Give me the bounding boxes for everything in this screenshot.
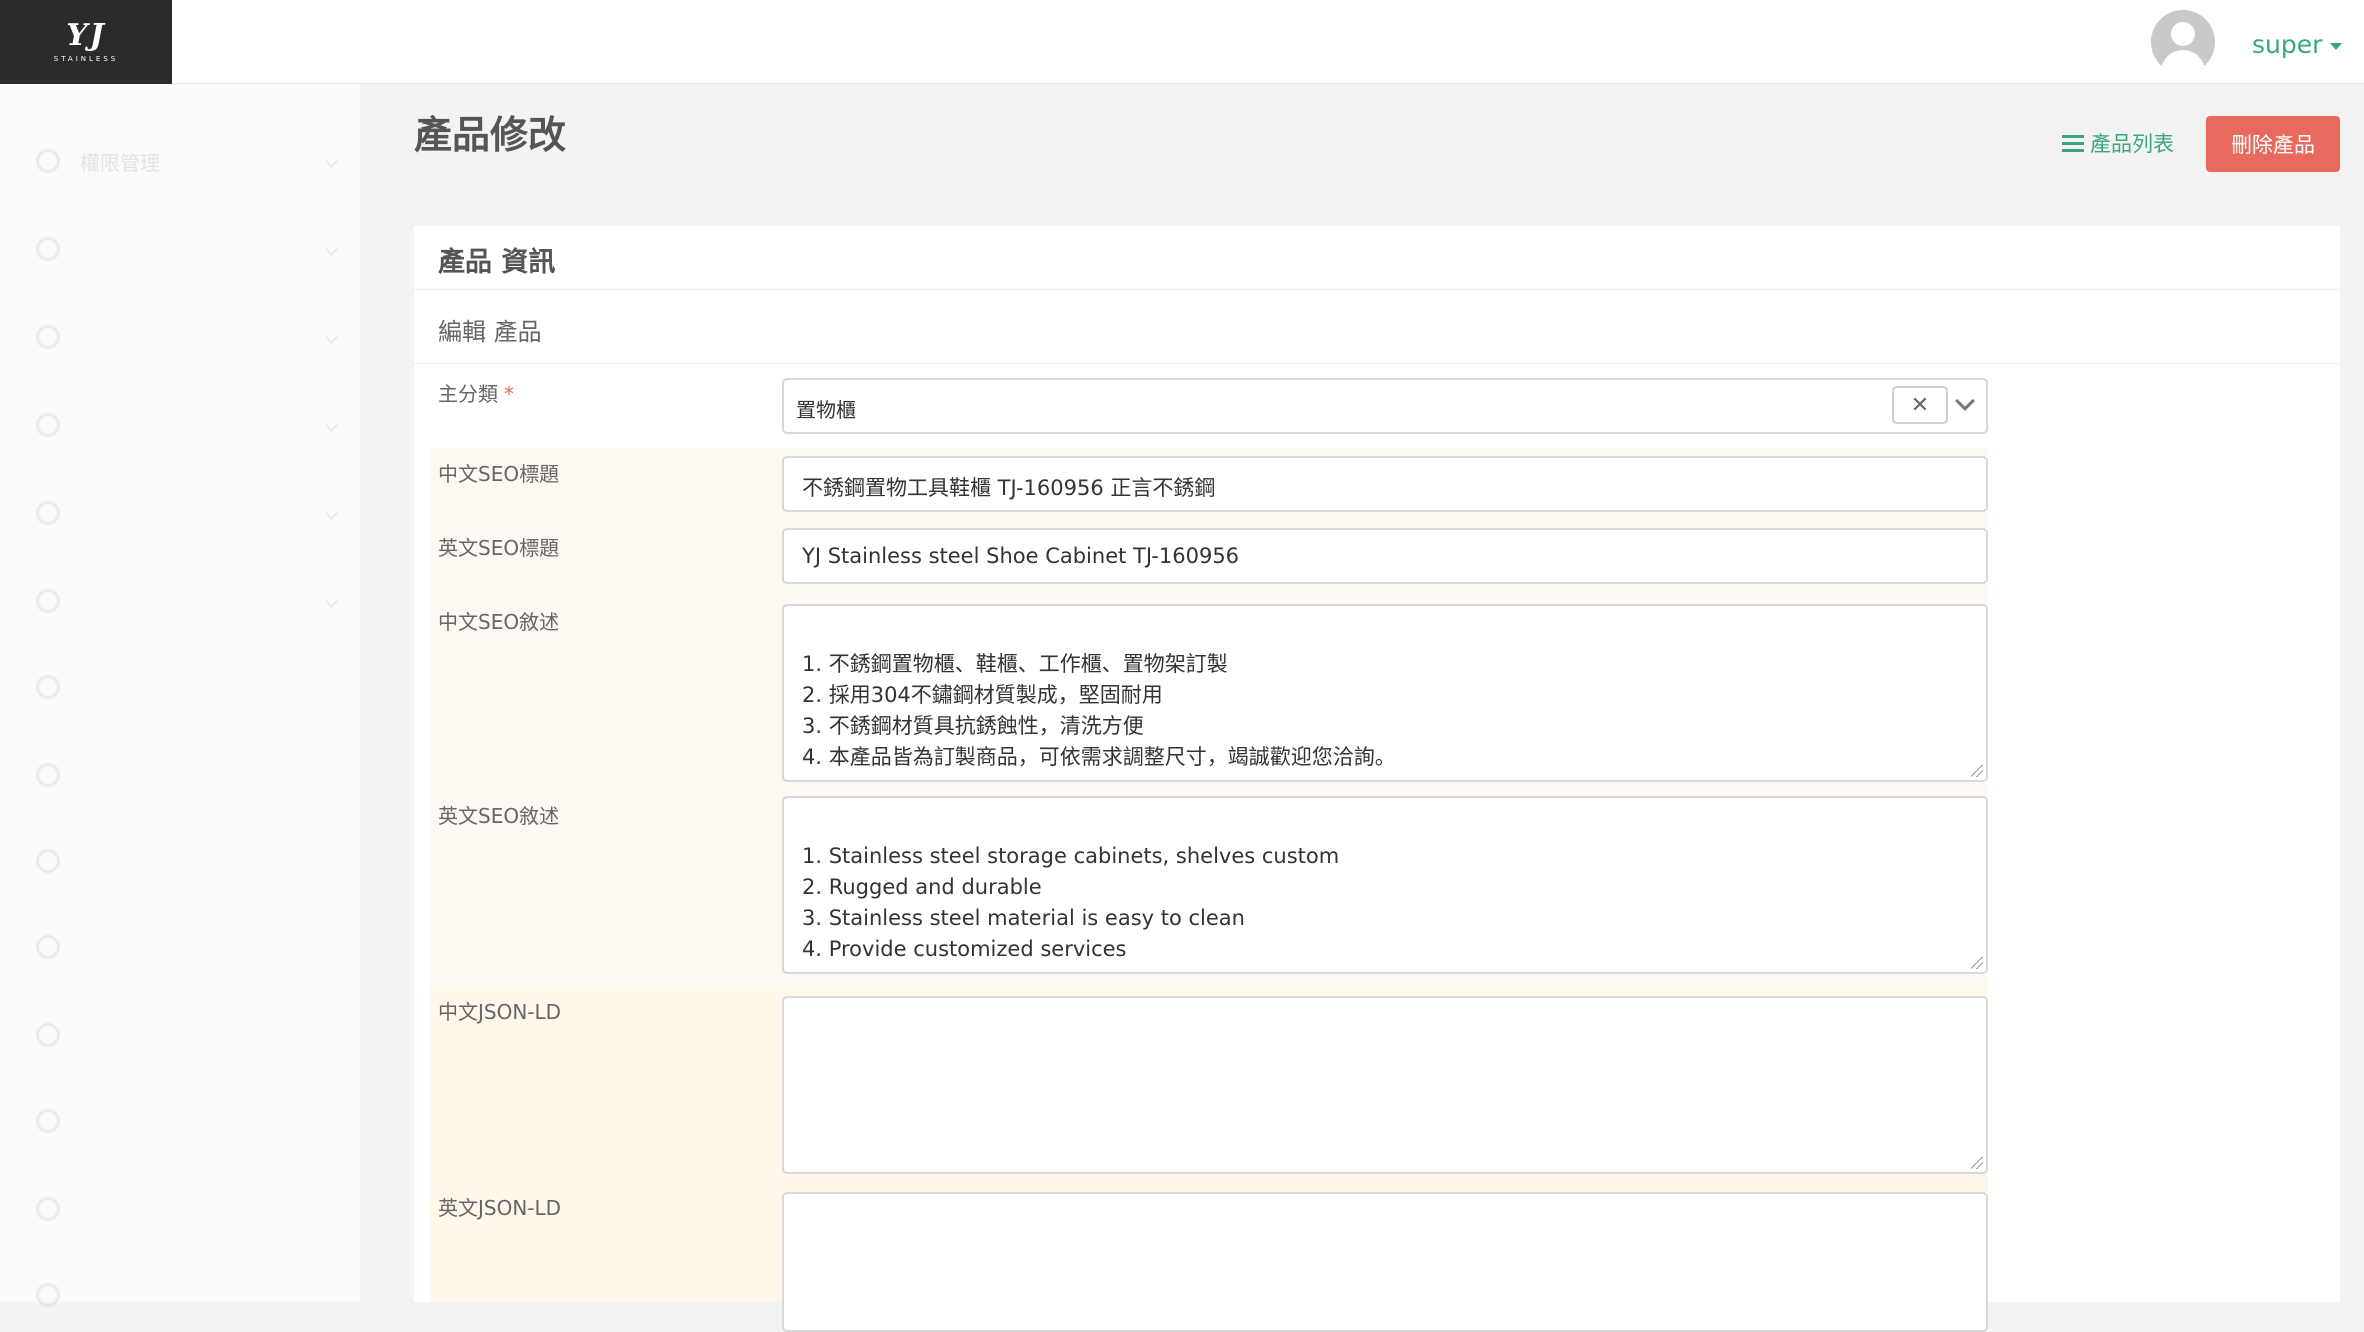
main-category-value: 置物櫃 [796, 398, 856, 422]
circle-icon [36, 849, 60, 873]
sidebar-item[interactable] [36, 1020, 336, 1050]
user-menu-dropdown[interactable]: super [2252, 30, 2343, 59]
sidebar-item[interactable] [36, 672, 336, 702]
seo-desc-en-row: 英文SEO敘述 1. Stainless steel storage cabin… [430, 792, 1988, 988]
seo-title-en-row: 英文SEO標題 YJ Stainless steel Shoe Cabinet … [430, 522, 1988, 596]
panel-heading: 產品 資訊 [414, 226, 2340, 290]
seo-desc-zh-row: 中文SEO敘述 1. 不銹鋼置物櫃、鞋櫃、工作櫃、置物架訂製 2. 採用304不… [430, 596, 1988, 792]
sidebar-item[interactable] [36, 760, 336, 790]
sidebar-item[interactable] [36, 322, 338, 352]
circle-icon [36, 1283, 60, 1307]
chevron-down-icon [325, 154, 338, 168]
sidebar-item[interactable] [36, 1106, 336, 1136]
user-name: super [2252, 30, 2323, 59]
seo-desc-zh-label: 中文SEO敘述 [438, 610, 560, 634]
sidebar-item[interactable] [36, 498, 338, 528]
panel-subheading: 編輯 產品 [414, 290, 2340, 364]
logo-mark: YJ [66, 18, 106, 53]
product-list-label: 產品列表 [2090, 132, 2174, 156]
list-icon [2062, 134, 2084, 152]
circle-icon [36, 1023, 60, 1047]
chevron-down-icon [325, 594, 338, 608]
circle-icon [36, 149, 60, 173]
sidebar-item[interactable] [36, 932, 336, 962]
sidebar-item[interactable] [36, 1280, 336, 1310]
sidebar: 權限管理 [0, 84, 360, 1307]
jsonld-zh-row: 中文JSON-LD [430, 988, 1988, 1184]
resize-handle-icon[interactable] [1971, 957, 1983, 969]
seo-desc-en-value: 1. Stainless steel storage cabinets, she… [802, 844, 1340, 961]
circle-icon [36, 1109, 60, 1133]
logo-subtitle: STAINLESS [53, 55, 119, 63]
sidebar-item[interactable] [36, 1194, 336, 1224]
sidebar-item-permissions[interactable]: 權限管理 [36, 146, 338, 176]
circle-icon [36, 237, 60, 261]
product-info-panel: 產品 資訊 編輯 產品 主分類 * 置物櫃 ✕ 中文SEO標題 不銹鋼置物工具鞋櫃… [414, 226, 2340, 1332]
main-category-label: 主分類 * [438, 382, 514, 406]
product-list-link[interactable]: 產品列表 [2062, 128, 2174, 158]
resize-handle-icon[interactable] [1971, 1157, 1983, 1169]
caret-down-icon [2330, 42, 2343, 50]
seo-title-zh-input[interactable]: 不銹鋼置物工具鞋櫃 TJ-160956 正言不銹鋼 [782, 456, 1988, 512]
page-title: 產品修改 [414, 113, 567, 157]
circle-icon [36, 935, 60, 959]
seo-title-zh-label: 中文SEO標題 [438, 462, 560, 486]
circle-icon [36, 675, 60, 699]
seo-desc-en-label: 英文SEO敘述 [438, 804, 560, 828]
clear-selection-icon[interactable]: ✕ [1892, 386, 1948, 424]
seo-desc-zh-textarea[interactable]: 1. 不銹鋼置物櫃、鞋櫃、工作櫃、置物架訂製 2. 採用304不鏽鋼材質製成，堅… [782, 604, 1988, 782]
circle-icon [36, 325, 60, 349]
required-marker: * [504, 382, 514, 406]
jsonld-en-textarea[interactable] [782, 1192, 1988, 1332]
jsonld-en-label: 英文JSON-LD [438, 1196, 562, 1220]
circle-icon [36, 1197, 60, 1221]
circle-icon [36, 763, 60, 787]
seo-desc-zh-value: 1. 不銹鋼置物櫃、鞋櫃、工作櫃、置物架訂製 2. 採用304不鏽鋼材質製成，堅… [802, 652, 1396, 769]
sidebar-item[interactable] [36, 846, 336, 876]
top-bar: YJ STAINLESS super [0, 0, 2364, 84]
sidebar-item[interactable] [36, 234, 338, 264]
sidebar-item[interactable] [36, 410, 338, 440]
chevron-down-icon [325, 242, 338, 256]
chevron-down-icon [325, 330, 338, 344]
main-category-select[interactable]: 置物櫃 ✕ [782, 378, 1988, 434]
jsonld-zh-textarea[interactable] [782, 996, 1988, 1174]
seo-title-en-input[interactable]: YJ Stainless steel Shoe Cabinet TJ-16095… [782, 528, 1988, 584]
circle-icon [36, 589, 60, 613]
seo-desc-en-textarea[interactable]: 1. Stainless steel storage cabinets, she… [782, 796, 1988, 974]
brand-logo[interactable]: YJ STAINLESS [0, 0, 172, 84]
chevron-down-icon [325, 506, 338, 520]
resize-handle-icon[interactable] [1971, 765, 1983, 777]
chevron-down-icon [325, 418, 338, 432]
delete-product-button[interactable]: 刪除產品 [2206, 116, 2340, 172]
jsonld-en-row: 英文JSON-LD [430, 1184, 1988, 1332]
sidebar-item[interactable] [36, 586, 338, 616]
seo-title-zh-row: 中文SEO標題 不銹鋼置物工具鞋櫃 TJ-160956 正言不銹鋼 [430, 448, 1988, 522]
sidebar-item-label: 權限管理 [80, 150, 160, 175]
main-category-row: 主分類 * 置物櫃 ✕ [430, 364, 1988, 436]
chevron-down-icon[interactable] [1955, 391, 1975, 411]
seo-title-en-label: 英文SEO標題 [438, 536, 560, 560]
jsonld-zh-label: 中文JSON-LD [438, 1000, 562, 1024]
circle-icon [36, 413, 60, 437]
circle-icon [36, 501, 60, 525]
user-avatar[interactable] [2151, 10, 2215, 74]
